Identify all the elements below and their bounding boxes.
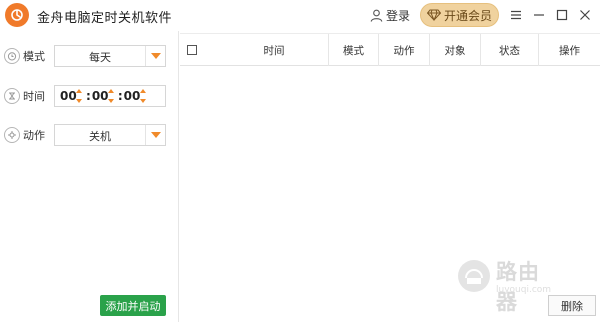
time-separator: : bbox=[86, 89, 91, 103]
title-bar: 金舟电脑定时关机软件 登录 开通会员 bbox=[0, 0, 600, 31]
power-logo-icon bbox=[11, 9, 23, 21]
col-target: 对象 bbox=[429, 34, 480, 66]
col-status: 状态 bbox=[480, 34, 538, 66]
timer-icon bbox=[4, 88, 20, 104]
time-label: 时间 bbox=[23, 90, 45, 103]
close-icon[interactable] bbox=[576, 6, 594, 24]
action-select[interactable]: 关机 bbox=[54, 124, 166, 146]
second-field[interactable]: 00 bbox=[124, 89, 141, 103]
app-logo bbox=[5, 3, 29, 27]
col-operation: 操作 bbox=[538, 34, 600, 66]
hour-field[interactable]: 00 bbox=[60, 89, 77, 103]
col-time: 时间 bbox=[263, 44, 285, 57]
minimize-icon[interactable] bbox=[530, 6, 548, 24]
col-action: 动作 bbox=[378, 34, 429, 66]
mode-select[interactable]: 每天 bbox=[54, 45, 166, 67]
app-title: 金舟电脑定时关机软件 bbox=[37, 11, 173, 26]
time-row: 时间 bbox=[4, 85, 53, 107]
delete-button[interactable]: 删除 bbox=[548, 295, 596, 316]
watermark-subtext: luyouqi.com bbox=[496, 285, 552, 295]
add-and-start-button[interactable]: 添加并启动 bbox=[100, 295, 166, 316]
diamond-icon bbox=[426, 9, 441, 21]
mode-value: 每天 bbox=[89, 51, 111, 64]
action-label: 动作 bbox=[23, 129, 45, 142]
mode-label: 模式 bbox=[23, 50, 45, 63]
chevron-down-icon[interactable] bbox=[145, 125, 165, 145]
action-value: 关机 bbox=[89, 130, 111, 143]
vip-button[interactable]: 开通会员 bbox=[420, 3, 499, 27]
vip-label: 开通会员 bbox=[443, 8, 492, 23]
hour-stepper[interactable] bbox=[75, 89, 83, 103]
settings-panel: 模式 每天 时间 00 : 00 : 00 动作 关机 添加并启动 bbox=[0, 31, 179, 322]
mode-row: 模式 bbox=[4, 45, 53, 67]
login-label: 登录 bbox=[386, 8, 411, 23]
menu-icon[interactable] bbox=[507, 6, 525, 24]
watermark: 路由器 luyouqi.com bbox=[456, 256, 556, 314]
action-row: 动作 bbox=[4, 124, 53, 146]
select-all-checkbox[interactable] bbox=[187, 45, 197, 55]
wrench-icon bbox=[4, 127, 20, 143]
time-input[interactable]: 00 : 00 : 00 bbox=[54, 85, 166, 107]
col-mode: 模式 bbox=[328, 34, 378, 66]
login-button[interactable]: 登录 bbox=[370, 6, 410, 24]
table-header: 时间 模式 动作 对象 状态 操作 bbox=[180, 33, 600, 66]
time-separator: : bbox=[117, 89, 123, 103]
user-icon bbox=[370, 9, 383, 22]
second-stepper[interactable] bbox=[139, 89, 147, 103]
minute-stepper[interactable] bbox=[107, 89, 115, 103]
chevron-down-icon[interactable] bbox=[145, 46, 165, 66]
minute-field[interactable]: 00 bbox=[92, 89, 109, 103]
alarm-clock-icon bbox=[4, 48, 20, 64]
router-watermark-icon bbox=[458, 260, 490, 292]
maximize-icon[interactable] bbox=[553, 6, 571, 24]
